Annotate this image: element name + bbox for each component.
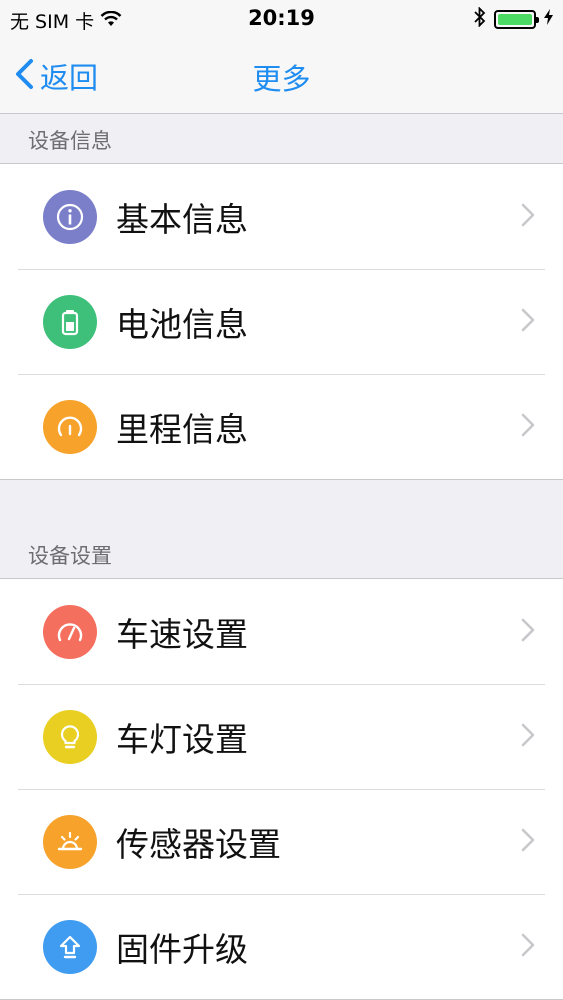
section-header-device-settings: 设备设置 <box>0 479 563 578</box>
row-label: 基本信息 <box>116 199 248 239</box>
status-bar: 无 SIM 卡 20:19 <box>0 0 563 38</box>
more-screen: 无 SIM 卡 20:19 更多 返回 设备信息 基本信息 电池信息 里程信息 … <box>0 0 563 1000</box>
charging-bolt-icon <box>544 9 553 29</box>
section-title: 设备设置 <box>28 544 112 568</box>
row-label: 车速设置 <box>116 614 248 654</box>
row-label: 传感器设置 <box>116 824 281 864</box>
chevron-right-icon <box>521 933 535 961</box>
chevron-right-icon <box>521 203 535 231</box>
device-settings-group: 车速设置 车灯设置 传感器设置 固件升级 <box>0 578 563 1000</box>
bluetooth-icon <box>474 6 486 31</box>
row-battery-info[interactable]: 电池信息 <box>0 269 563 374</box>
sensor-icon <box>43 814 97 869</box>
section-title: 设备信息 <box>28 129 112 153</box>
device-info-group: 基本信息 电池信息 里程信息 <box>0 163 563 480</box>
status-right <box>474 6 553 31</box>
row-label: 里程信息 <box>116 409 248 449</box>
row-light-settings[interactable]: 车灯设置 <box>0 684 563 789</box>
light-bulb-icon <box>43 709 97 764</box>
chevron-right-icon <box>521 618 535 646</box>
row-mileage-info[interactable]: 里程信息 <box>0 374 563 479</box>
row-firmware-upgrade[interactable]: 固件升级 <box>0 894 563 999</box>
row-speed-settings[interactable]: 车速设置 <box>0 579 563 684</box>
chevron-right-icon <box>521 413 535 441</box>
chevron-right-icon <box>521 723 535 751</box>
chevron-left-icon <box>14 58 34 94</box>
upgrade-arrow-icon <box>43 919 97 974</box>
row-basic-info[interactable]: 基本信息 <box>0 164 563 269</box>
row-sensor-settings[interactable]: 传感器设置 <box>0 789 563 894</box>
back-label: 返回 <box>40 61 99 95</box>
speedometer-icon <box>43 604 97 659</box>
row-label: 电池信息 <box>116 304 248 344</box>
info-icon <box>43 189 97 244</box>
row-label: 固件升级 <box>116 929 248 969</box>
row-label: 车灯设置 <box>116 719 248 759</box>
battery-icon <box>43 294 97 349</box>
back-button[interactable]: 返回 <box>14 56 98 96</box>
navigation-bar: 更多 返回 <box>0 38 563 114</box>
battery-indicator <box>494 9 539 29</box>
section-header-device-info: 设备信息 <box>0 114 563 163</box>
chevron-right-icon <box>521 828 535 856</box>
chevron-right-icon <box>521 308 535 336</box>
gauge-icon <box>43 399 97 454</box>
